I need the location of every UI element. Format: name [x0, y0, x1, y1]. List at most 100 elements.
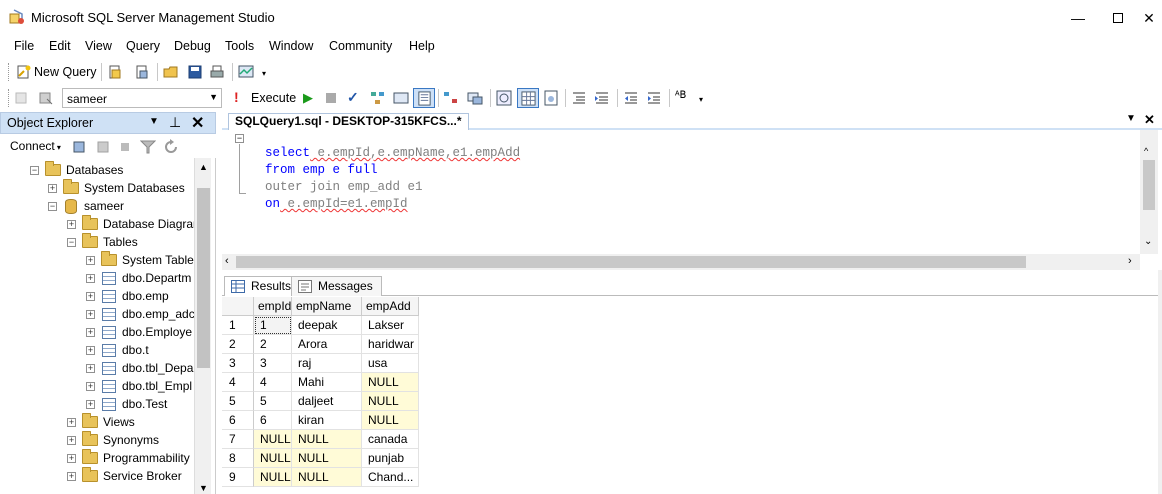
menu-file[interactable]: File [14, 39, 34, 53]
expand-node-icon[interactable]: + [86, 310, 95, 319]
analysis-query-icon[interactable] [134, 64, 150, 80]
print-icon[interactable] [209, 64, 225, 80]
row-number[interactable]: 7 [222, 430, 254, 449]
parse-checkmark-icon[interactable]: ✓ [347, 89, 359, 106]
scroll-left-icon[interactable]: ‹ [225, 255, 229, 267]
close-window-button[interactable]: ✕ [1136, 6, 1162, 30]
table-cell[interactable]: NULL [362, 373, 419, 392]
toolbar-grip[interactable] [8, 89, 11, 107]
increase-indent-icon[interactable] [646, 90, 662, 106]
tree-node[interactable]: − sameer [0, 198, 194, 216]
grid-corner-header[interactable] [222, 297, 254, 316]
close-document-icon[interactable]: ✕ [1144, 112, 1155, 128]
tab-results[interactable]: Results [224, 276, 301, 296]
filter-icon[interactable] [140, 139, 156, 155]
table-cell[interactable]: 2 [254, 335, 292, 354]
execute-button[interactable]: ! Execute [232, 89, 298, 109]
tree-node[interactable]: + dbo.t [0, 342, 194, 360]
results-grid[interactable]: empId empName empAdd 1 1 deepak Lakser 2 2 Arora h… [222, 297, 1162, 494]
tree-node[interactable]: − Databases [0, 161, 194, 180]
editor-scroll-thumb[interactable] [1143, 160, 1155, 210]
tree-node[interactable]: + dbo.emp_adc [0, 306, 195, 324]
tree-node[interactable]: + dbo.Departm [0, 270, 194, 288]
row-number[interactable]: 2 [222, 335, 254, 354]
expand-node-icon[interactable]: + [86, 274, 95, 283]
menu-edit[interactable]: Edit [49, 39, 71, 53]
tree-scroll-thumb[interactable] [197, 188, 210, 368]
column-header-empadd[interactable]: empAdd [362, 297, 419, 316]
row-number[interactable]: 9 [222, 468, 254, 487]
tree-node[interactable]: + Database Diagrar [0, 215, 197, 234]
table-cell[interactable]: NULL [254, 468, 292, 487]
comment-lines-icon[interactable] [571, 90, 587, 106]
table-cell[interactable]: 5 [254, 392, 292, 411]
collapse-node-icon[interactable]: − [67, 238, 76, 247]
expand-node-icon[interactable]: + [86, 256, 95, 265]
table-cell[interactable]: haridwar [362, 335, 419, 354]
refresh-icon[interactable] [163, 139, 179, 155]
cancel-execution-icon[interactable] [326, 93, 336, 103]
row-number[interactable]: 4 [222, 373, 254, 392]
toolbar-grip[interactable] [8, 63, 11, 81]
collapse-node-icon[interactable]: − [48, 202, 57, 211]
results-to-text-icon[interactable] [496, 90, 512, 106]
query-designer-icon[interactable] [393, 90, 409, 106]
tree-node[interactable]: + Service Broker [0, 467, 194, 486]
table-cell[interactable]: NULL [362, 411, 419, 430]
table-cell[interactable]: canada [362, 430, 419, 449]
table-cell[interactable]: usa [362, 354, 419, 373]
table-cell[interactable]: punjab [362, 449, 419, 468]
expand-node-icon[interactable]: + [67, 454, 76, 463]
table-cell[interactable]: daljeet [292, 392, 362, 411]
connect-dropdown[interactable]: Connect ▾ [10, 139, 61, 153]
row-number[interactable]: 8 [222, 449, 254, 468]
save-icon[interactable] [187, 64, 203, 80]
table-cell[interactable]: Mahi [292, 373, 362, 392]
column-header-empname[interactable]: empName [292, 297, 362, 316]
maximize-button[interactable] [1098, 6, 1138, 30]
table-cell[interactable]: NULL [254, 430, 292, 449]
minimize-button[interactable]: — [1058, 6, 1098, 30]
specify-template-values-icon[interactable]: ᴬ𝖡 [675, 90, 686, 101]
auto-hide-pin-icon[interactable]: ⊥ [169, 114, 181, 131]
stop-icon[interactable] [121, 143, 129, 151]
menu-community[interactable]: Community [329, 39, 392, 53]
table-cell[interactable]: 1 [254, 316, 292, 335]
table-cell[interactable]: 6 [254, 411, 292, 430]
menu-window[interactable]: Window [269, 39, 313, 53]
editor-horizontal-scrollbar[interactable]: ‹ › [222, 254, 1140, 270]
scroll-right-icon[interactable]: › [1128, 255, 1132, 267]
table-cell[interactable]: kiran [292, 411, 362, 430]
tree-node[interactable]: + Views [0, 413, 194, 432]
client-statistics-icon[interactable] [467, 90, 483, 106]
table-cell[interactable]: NULL [254, 449, 292, 468]
tree-node[interactable]: + System Databases [0, 179, 194, 198]
tree-node[interactable]: + dbo.emp [0, 288, 194, 306]
row-number[interactable]: 6 [222, 411, 254, 430]
column-header-empid[interactable]: empId [254, 297, 292, 316]
menu-debug[interactable]: Debug [174, 39, 211, 53]
results-to-file-icon[interactable] [543, 90, 559, 106]
results-to-grid-toggle[interactable] [517, 88, 539, 108]
debug-play-icon[interactable]: ▶ [303, 90, 313, 106]
toolbar-overflow-icon[interactable]: ▾ [699, 95, 703, 104]
table-cell[interactable]: 3 [254, 354, 292, 373]
tree-node[interactable]: + dbo.Test [0, 396, 194, 414]
table-cell[interactable]: NULL [362, 392, 419, 411]
expand-node-icon[interactable]: + [67, 220, 76, 229]
table-cell[interactable]: NULL [292, 449, 362, 468]
decrease-indent-icon[interactable] [623, 90, 639, 106]
tree-vertical-scrollbar[interactable]: ▲ ▼ [194, 158, 211, 494]
row-number[interactable]: 1 [222, 316, 254, 335]
tree-node[interactable]: + dbo.tbl_Empl [0, 378, 194, 396]
editor-hscroll-thumb[interactable] [236, 256, 1026, 268]
scroll-up-icon[interactable]: ^ [1144, 146, 1148, 156]
expand-node-icon[interactable]: + [67, 436, 76, 445]
connect-icon[interactable] [14, 90, 30, 106]
table-cell[interactable]: NULL [292, 468, 362, 487]
expand-node-icon[interactable]: + [48, 184, 57, 193]
table-cell[interactable]: NULL [292, 430, 362, 449]
table-cell[interactable]: Chand... [362, 468, 419, 487]
tree-node[interactable]: + dbo.tbl_Depa [0, 360, 194, 378]
expand-node-icon[interactable]: + [67, 472, 76, 481]
